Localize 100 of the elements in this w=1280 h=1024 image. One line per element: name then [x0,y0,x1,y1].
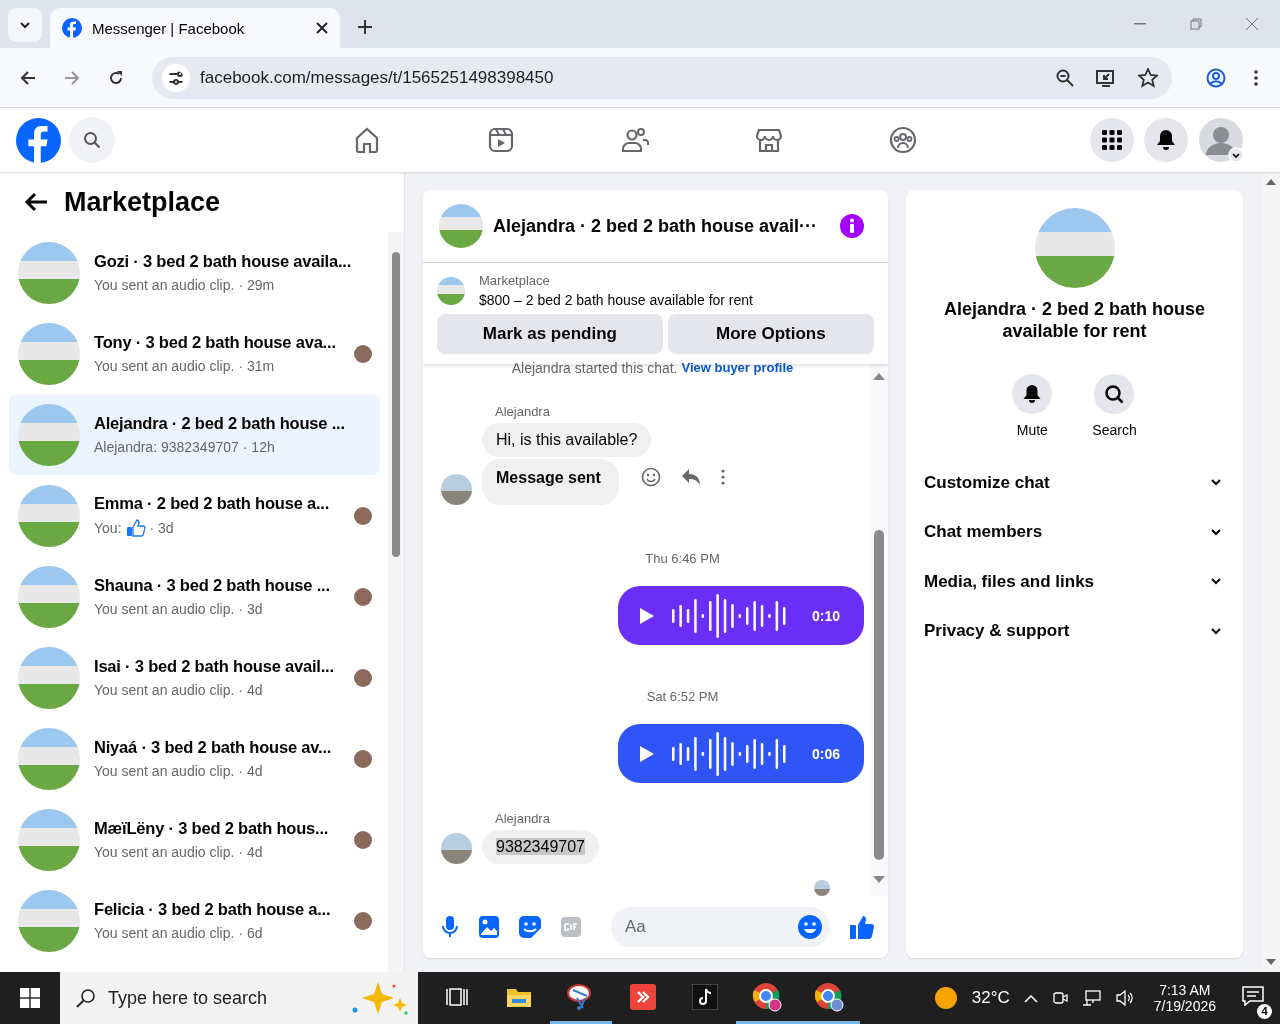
speaker-icon[interactable] [1115,990,1134,1006]
sun-icon [933,986,958,1010]
star-icon[interactable] [1138,67,1158,88]
scroll-down-icon[interactable] [1266,959,1276,966]
browser-tab[interactable]: Messenger | Facebook [50,8,340,48]
scroll-down-icon[interactable] [873,876,885,884]
menu-icon[interactable] [1254,69,1258,86]
network-icon[interactable] [1081,990,1102,1006]
search-button[interactable] [1094,374,1135,414]
conversation-item[interactable]: Gozi · 3 bed 2 bath house availa... You sent an audio clip. · 29m [9,232,380,313]
chat-name: Alejandra · 2 bed 2 bath house available for rent [942,298,1207,342]
mute-button[interactable] [1012,374,1053,414]
chevron-down-icon [1211,479,1221,487]
message-input[interactable]: Aa [611,907,830,947]
menu-button[interactable] [1090,118,1134,162]
conversation-item[interactable]: Niyaá · 3 bed 2 bath house av... You sent an audio clip. · 4d [9,718,380,799]
back-icon[interactable] [20,69,36,86]
message-time: · 4d [238,844,263,860]
tab-search-button[interactable] [8,8,42,42]
thumbs-up-icon[interactable] [850,915,874,939]
search-button[interactable] [69,117,115,163]
message-text: 9382349707 [496,838,585,855]
message-preview: You sent an audio clip. [94,277,235,293]
forward-icon[interactable] [64,69,80,86]
windows-start-icon[interactable] [20,988,40,1008]
home-icon[interactable] [353,126,381,154]
buyer-profile-link[interactable]: View buyer profile [681,360,794,376]
new-tab-icon[interactable] [358,20,372,34]
search-icon [83,131,101,149]
info-icon[interactable] [840,214,864,238]
groups-icon[interactable] [889,126,917,154]
seen-avatar [814,880,830,896]
facebook-logo-icon[interactable] [16,117,61,163]
chevron-down-icon [1211,578,1221,586]
listing-action-button[interactable]: More Options [667,314,874,354]
notifications-button[interactable] [1144,118,1188,162]
audio-duration: 0:10 [811,607,840,624]
friends-icon[interactable] [621,126,649,154]
emoji-icon[interactable] [798,915,822,939]
video-icon[interactable] [487,126,515,154]
remote-app-icon [630,983,656,1010]
sticker-icon[interactable] [519,916,541,938]
listing-action-button[interactable]: Mark as pending [437,314,663,354]
microphone-icon[interactable] [441,916,459,938]
account-avatar-icon[interactable] [1198,117,1244,163]
details-section[interactable]: Media, files and links [924,557,1227,607]
scrollbar[interactable] [388,232,404,972]
conversation-item[interactable]: Tony · 3 bed 2 bath house ava... You sent an audio clip. · 31m [9,313,380,394]
scrollbar[interactable] [1262,172,1280,972]
scroll-up-icon[interactable] [873,372,885,380]
conversation-item[interactable]: Emma · 2 bed 2 bath house a... You: · 3d [9,475,380,556]
details-section[interactable]: Chat members [924,507,1227,557]
conversation-title: Gozi · 3 bed 2 bath house availa... [94,252,353,271]
message-preview: You sent an audio clip. [94,844,235,860]
play-icon[interactable] [640,607,654,624]
address-bar[interactable]: facebook.com/messages/t/1565251498398450 [152,56,1172,99]
details-section[interactable]: Customize chat [924,458,1227,508]
scrollbar[interactable] [870,364,888,896]
message-time: · 31m [238,358,275,374]
sender-name: Alejandra [495,811,551,826]
chat-notice: Alejandra started this chat. [511,360,678,376]
zoom-icon[interactable] [1056,68,1074,87]
back-arrow-icon[interactable] [24,192,48,212]
action-label: Search [1092,422,1137,438]
more-icon[interactable] [720,469,725,485]
close-icon[interactable] [316,22,328,34]
conversation-title: Tony · 3 bed 2 bath house ava... [94,333,337,352]
message-time: · 6d [238,925,263,941]
conversation-item[interactable]: Felicia · 3 bed 2 bath house a... You sent an audio clip. · 6d [9,880,380,961]
sender-avatar [441,474,472,505]
play-icon[interactable] [640,745,654,762]
image-icon[interactable] [479,916,499,938]
reply-icon[interactable] [680,468,701,486]
taskbar-search-field[interactable]: Type here to search [60,972,418,1024]
house-photo [437,276,465,305]
conversation-item[interactable]: Alejandra · 2 bed 2 bath house ... Alejandra: 9382349707 · 12h [9,394,380,475]
chevron-up-icon[interactable] [1023,993,1038,1003]
message-preview: You sent an audio clip. [94,601,235,617]
shop-icon[interactable] [755,126,783,154]
message-preview: You: [94,520,122,536]
message-time: · 3d [149,520,174,536]
conversation-item[interactable]: Shauna · 3 bed 2 bath house ... You sent an audio clip. · 3d [9,556,380,637]
chevron-down-icon [1211,528,1221,536]
message-time: · 12h [242,439,275,455]
clock[interactable]: 7:13 AM 7/19/2026 [1153,982,1216,1014]
conversation-item[interactable]: MæïLëny · 3 bed 2 bath hous... You sent an audio clip. · 4d [9,799,380,880]
emoji-icon[interactable] [640,467,661,487]
conversation-title: Alejandra · 2 bed 2 bath house ... [94,414,346,433]
message-time: · 3d [238,601,263,617]
scroll-up-icon[interactable] [1266,178,1276,185]
notification-center-icon[interactable] [1242,985,1264,1006]
music-note-icon [692,983,718,1010]
reload-icon[interactable] [108,69,124,86]
details-section[interactable]: Privacy & support [924,606,1227,656]
profile-icon[interactable] [1206,67,1226,88]
conversation-item[interactable]: Isai · 3 bed 2 bath house avail... You sent an audio clip. · 4d [9,637,380,718]
camera-icon[interactable] [1051,990,1068,1006]
install-icon[interactable] [1096,68,1116,87]
site-settings-icon[interactable] [162,63,190,92]
tab-title: Messenger | Facebook [92,19,246,37]
